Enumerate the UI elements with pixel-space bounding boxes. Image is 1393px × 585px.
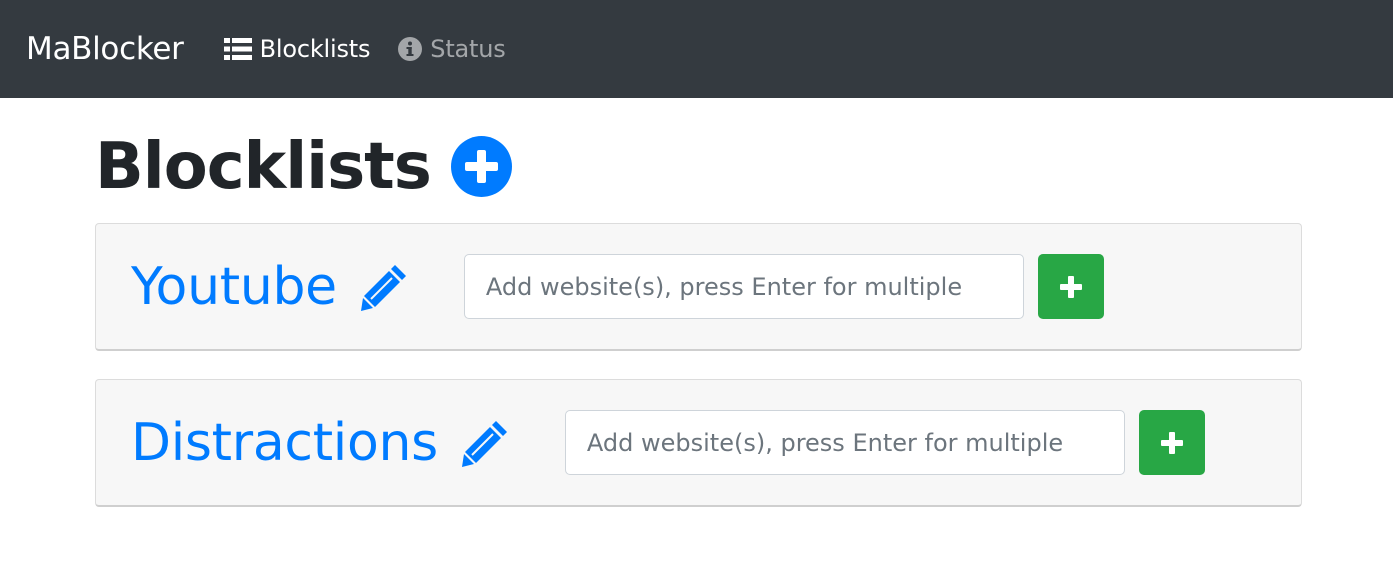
nav-link-status[interactable]: Status [398,35,506,63]
edit-blocklist-button[interactable] [359,262,409,312]
nav-link-label: Blocklists [259,35,371,63]
nav-link-label: Status [430,35,506,63]
plus-icon [1059,275,1082,298]
blocklist-name[interactable]: Distractions [131,417,438,469]
main-content: Blocklists Youtube Add website(s), press… [95,98,1302,507]
blocklist-card-distractions: Distractions [95,379,1302,507]
info-circle-icon [398,37,423,61]
nav-link-blocklists[interactable]: Blocklists [223,35,371,63]
page-header: Blocklists [95,98,1302,223]
plus-circle-icon [450,136,512,197]
add-website-button[interactable] [1138,410,1205,475]
add-blocklist-button[interactable] [450,136,512,197]
blocklist-name[interactable]: Youtube [131,261,337,313]
add-website-input[interactable] [564,410,1125,475]
blocklist-card-youtube: Youtube [95,223,1302,351]
add-website-input[interactable] [463,254,1024,319]
pencil-icon [360,264,406,311]
edit-blocklist-button[interactable] [460,418,510,468]
pencil-icon [461,420,507,467]
list-icon [223,38,252,60]
navbar: MaBlocker Blocklists Status [0,0,1393,98]
add-website-button[interactable] [1037,254,1104,319]
page-title: Blocklists [95,129,432,204]
brand-logo[interactable]: MaBlocker [26,31,184,67]
plus-icon [1160,431,1183,454]
